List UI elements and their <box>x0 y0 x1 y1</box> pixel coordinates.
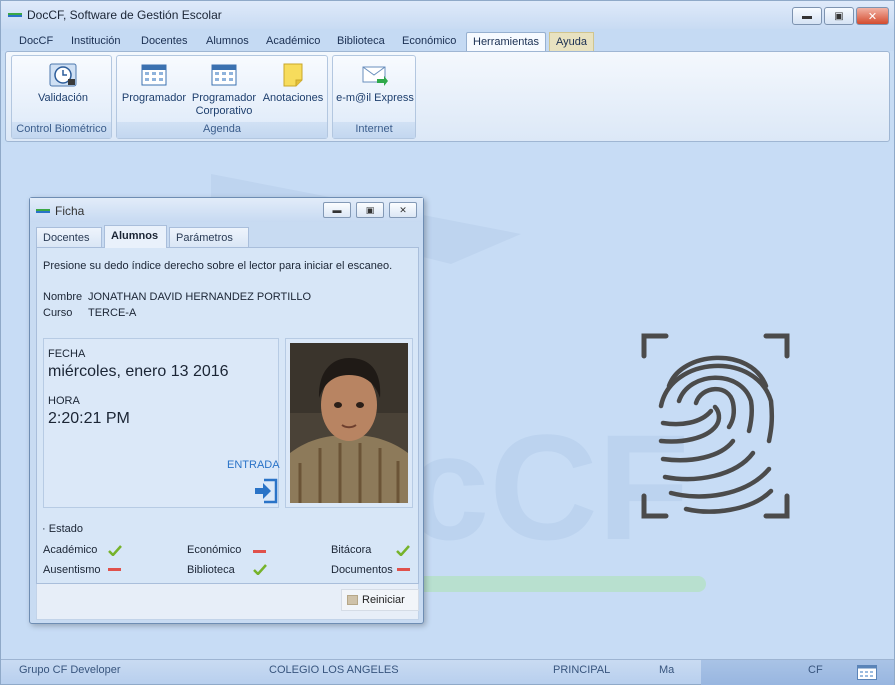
entrada-label: ENTRADA <box>227 459 280 471</box>
clock-icon <box>49 62 77 88</box>
menu-academico[interactable]: Académico <box>260 32 326 51</box>
estado-bitacora-label: Bitácora <box>331 544 372 556</box>
status-section: PRINCIPAL <box>553 664 611 676</box>
ficha-dialog: Ficha ▬ ▣ ✕ Docentes Alumnos Parámetros … <box>29 197 424 624</box>
calendar-icon <box>210 62 238 88</box>
estado-label-text: Estado <box>48 523 83 535</box>
tab-alumnos[interactable]: Alumnos <box>104 225 167 248</box>
programador-corporativo-label-line2: Corporativo <box>195 105 253 117</box>
ausentismo-alert-icon <box>108 568 121 571</box>
nombre-value: JONATHAN DAVID HERNANDEZ PORTILLO <box>88 291 312 303</box>
hora-value: 2:20:21 PM <box>48 410 130 427</box>
dialog-logo-icon <box>36 209 50 213</box>
programador-label: Programador <box>121 92 187 104</box>
dialog-maximize-button[interactable]: ▣ <box>356 202 384 218</box>
fecha-label: FECHA <box>48 348 86 360</box>
status-short: Ma <box>659 664 675 676</box>
academico-check-icon <box>108 545 122 556</box>
hora-label: HORA <box>48 395 80 407</box>
status-code: CF <box>808 664 823 676</box>
estado-biblioteca-label: Biblioteca <box>187 564 235 576</box>
instruction-text: Presione su dedo índice derecho sobre el… <box>43 260 393 272</box>
menu-economico[interactable]: Económico <box>396 32 462 51</box>
programador-corporativo-button[interactable]: Programador Corporativo <box>189 62 259 118</box>
menu-docentes[interactable]: Docentes <box>135 32 193 51</box>
window-title: DocCF, Software de Gestión Escolar <box>27 8 222 22</box>
email-icon <box>361 62 389 88</box>
menu-institucion[interactable]: Institución <box>65 32 127 51</box>
sticky-note-icon <box>279 62 307 88</box>
minimize-icon: ▬ <box>332 205 342 215</box>
dialog-title: Ficha <box>55 204 85 218</box>
programador-corporativo-label-line1: Programador <box>191 92 257 104</box>
estado-economico-label: Económico <box>187 544 242 556</box>
bitacora-check-icon <box>396 545 410 556</box>
menu-biblioteca[interactable]: Biblioteca <box>331 32 391 51</box>
menu-doccf[interactable]: DocCF <box>13 32 59 51</box>
group-label-agenda: Agenda <box>117 122 327 138</box>
close-icon: ✕ <box>399 204 407 215</box>
fecha-value: miércoles, enero 13 2016 <box>48 363 229 380</box>
menu-ayuda[interactable]: Ayuda <box>549 32 594 51</box>
tab-docentes[interactable]: Docentes <box>36 227 102 248</box>
estado-ausentismo-label: Ausentismo <box>43 564 101 576</box>
menu-herramientas[interactable]: Herramientas <box>466 32 547 51</box>
app-window: DocCF, Software de Gestión Escolar ▬ ▣ ✕… <box>0 0 895 685</box>
fingerprint-icon <box>641 333 790 519</box>
menu-bar: DocCF Institución Docentes Alumnos Acadé… <box>1 29 894 51</box>
ribbon-group-agenda: Programador Programador Corporativo Anot… <box>116 55 328 139</box>
calendar-icon[interactable] <box>857 665 877 680</box>
ribbon-group-internet: e-m@il Express Internet <box>332 55 416 139</box>
close-icon: ✕ <box>867 10 878 23</box>
app-logo-icon <box>8 13 22 17</box>
dialog-minimize-button[interactable]: ▬ <box>323 202 351 218</box>
status-bar: Grupo CF Developer COLEGIO LOS ANGELES P… <box>1 659 894 685</box>
alumnos-panel: Presione su dedo índice derecho sobre el… <box>36 247 419 584</box>
documentos-alert-icon <box>397 568 410 571</box>
programador-button[interactable]: Programador <box>119 62 189 105</box>
menu-alumnos[interactable]: Alumnos <box>200 32 255 51</box>
title-bar: DocCF, Software de Gestión Escolar ▬ ▣ ✕ <box>1 1 894 29</box>
validacion-button[interactable]: Validación <box>28 62 98 105</box>
calendar-icon <box>140 62 168 88</box>
tab-parametros[interactable]: Parámetros <box>169 227 249 248</box>
estado-label: · Estado <box>42 523 83 535</box>
estado-documentos-label: Documentos <box>331 564 393 576</box>
reiniciar-button[interactable]: Reiniciar <box>341 589 419 611</box>
group-label-internet: Internet <box>333 122 415 138</box>
minimize-button[interactable]: ▬ <box>792 7 822 25</box>
email-express-label: e-m@il Express <box>336 92 414 104</box>
nombre-label: Nombre <box>43 291 83 303</box>
status-developer: Grupo CF Developer <box>19 664 121 676</box>
restore-icon: ▣ <box>834 10 844 22</box>
student-photo <box>285 338 413 508</box>
ribbon: Validación Control Biométrico Programado… <box>5 51 890 142</box>
minimize-icon: ▬ <box>802 10 812 22</box>
dialog-footer: Reiniciar <box>36 584 419 620</box>
ribbon-group-control-biometrico: Validación Control Biométrico <box>11 55 112 139</box>
dialog-tabs: Docentes Alumnos Parámetros <box>36 225 419 248</box>
reiniciar-label: Reiniciar <box>362 594 405 606</box>
student-photo-image <box>290 343 408 503</box>
economico-alert-icon <box>253 550 266 553</box>
dialog-title-bar: Ficha ▬ ▣ ✕ <box>30 198 423 222</box>
close-button[interactable]: ✕ <box>856 7 889 25</box>
anotaciones-button[interactable]: Anotaciones <box>259 62 327 105</box>
email-express-button[interactable]: e-m@il Express <box>335 62 415 105</box>
curso-label: Curso <box>43 307 73 319</box>
entrada-icon <box>255 478 278 504</box>
restore-icon: ▣ <box>365 204 375 215</box>
estado-academico-label: Académico <box>43 544 98 556</box>
attendance-box: FECHA miércoles, enero 13 2016 HORA 2:20… <box>43 338 280 508</box>
group-label-control-biometrico: Control Biométrico <box>12 122 111 138</box>
biblioteca-check-icon <box>253 564 267 575</box>
dialog-close-button[interactable]: ✕ <box>389 202 417 218</box>
maximize-button[interactable]: ▣ <box>824 7 854 25</box>
reset-icon <box>347 595 358 605</box>
validacion-label: Validación <box>38 92 88 104</box>
anotaciones-label: Anotaciones <box>262 92 324 104</box>
curso-value: TERCE-A <box>88 307 137 319</box>
status-school: COLEGIO LOS ANGELES <box>269 664 399 676</box>
